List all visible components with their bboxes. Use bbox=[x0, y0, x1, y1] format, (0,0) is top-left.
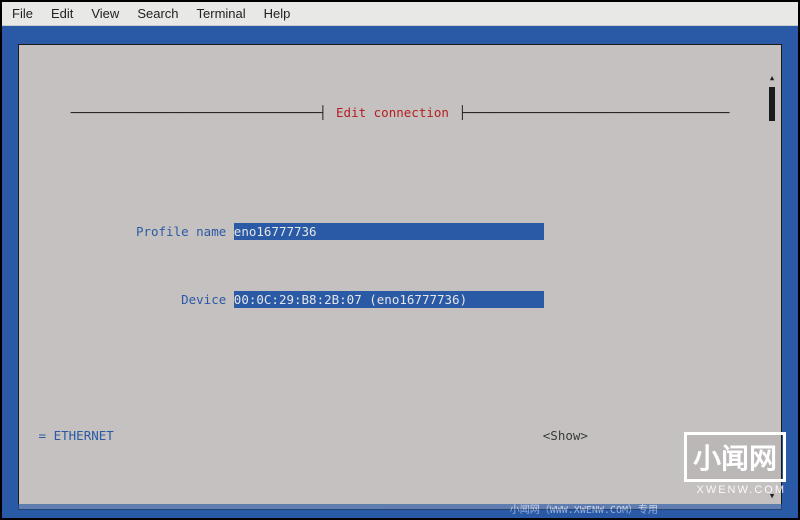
ethernet-show-button[interactable]: <Show> bbox=[543, 428, 588, 443]
scrollbar[interactable]: ▴ ▾ bbox=[767, 73, 777, 501]
menu-help[interactable]: Help bbox=[264, 6, 291, 21]
dialog-title-row: ─────────────────────────────────┤ Edit … bbox=[31, 104, 769, 121]
scroll-thumb[interactable] bbox=[769, 87, 775, 121]
device-input[interactable]: 00:0C:29:B8:2B:07 (eno16777736) bbox=[234, 291, 544, 308]
menu-view[interactable]: View bbox=[91, 6, 119, 21]
ethernet-row: = ETHERNET <Show> bbox=[31, 427, 769, 444]
scroll-down-icon[interactable]: ▾ bbox=[767, 491, 777, 501]
footer-watermark-bar: 小闻网（WWW.XWENW.COM）专用 bbox=[2, 504, 798, 518]
ethernet-heading: ETHERNET bbox=[54, 428, 114, 443]
menubar: File Edit View Search Terminal Help bbox=[2, 2, 798, 26]
menu-edit[interactable]: Edit bbox=[51, 6, 73, 21]
scroll-up-icon[interactable]: ▴ bbox=[767, 73, 777, 83]
profile-name-row: Profile name eno16777736________________… bbox=[31, 223, 769, 240]
profile-name-label: Profile name bbox=[106, 223, 226, 240]
dialog-title: Edit connection bbox=[334, 105, 451, 120]
profile-name-input[interactable]: eno16777736____________________________ bbox=[234, 223, 544, 240]
menu-terminal[interactable]: Terminal bbox=[197, 6, 246, 21]
device-label: Device bbox=[106, 291, 226, 308]
device-row: Device 00:0C:29:B8:2B:07 (eno16777736) bbox=[31, 291, 769, 308]
menu-file[interactable]: File bbox=[12, 6, 33, 21]
terminal: ─────────────────────────────────┤ Edit … bbox=[2, 26, 798, 518]
edit-connection-dialog: ─────────────────────────────────┤ Edit … bbox=[18, 44, 782, 510]
menu-search[interactable]: Search bbox=[137, 6, 178, 21]
